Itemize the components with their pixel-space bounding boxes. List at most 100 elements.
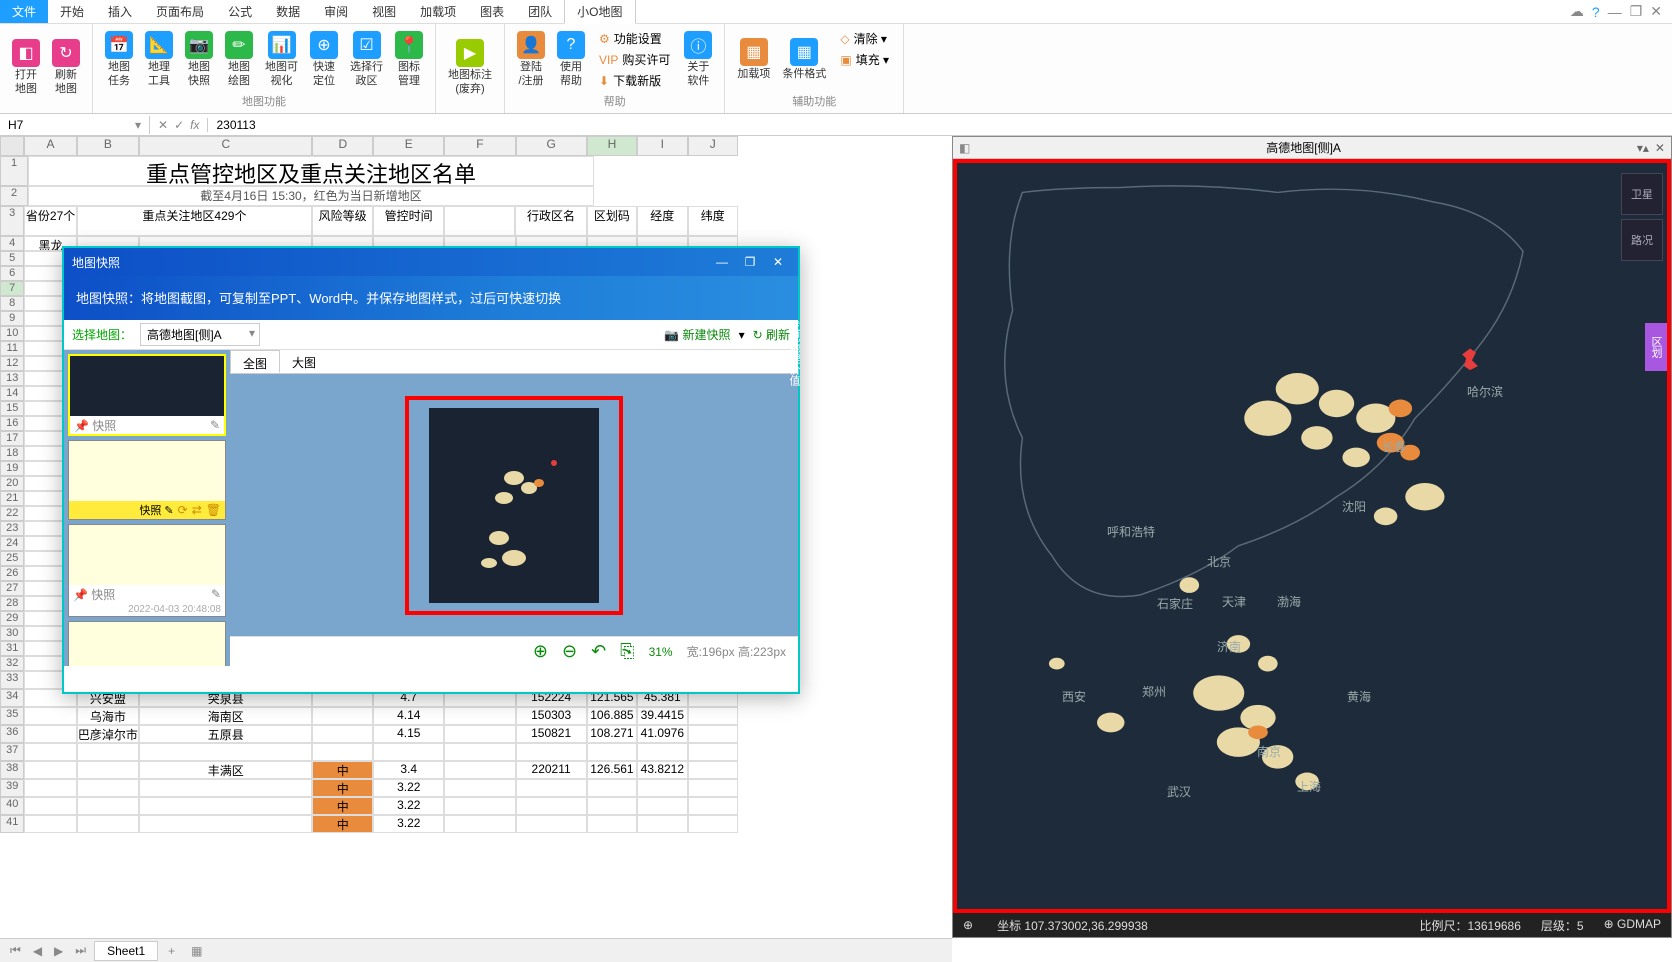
ribbon-btn[interactable]: 📷地图 快照 <box>179 28 219 91</box>
cell[interactable] <box>139 815 312 833</box>
ribbon-btn[interactable]: ▦条件格式 <box>776 28 832 91</box>
cell[interactable] <box>516 797 587 815</box>
cell[interactable] <box>587 743 637 761</box>
cell[interactable] <box>587 815 637 833</box>
cell[interactable] <box>24 725 76 743</box>
row-header[interactable]: 38 <box>0 761 24 779</box>
map-close-icon[interactable]: ✕ <box>1655 141 1665 155</box>
snapshot-new-btn[interactable]: 📷 新建快照 <box>664 326 730 343</box>
map-region-tag[interactable]: 区划 <box>1645 323 1667 371</box>
cell[interactable] <box>77 779 140 797</box>
row-header[interactable]: 16 <box>0 416 24 431</box>
cancel-icon[interactable]: ✕ <box>158 118 168 132</box>
select-all-corner[interactable] <box>0 136 24 156</box>
cell[interactable]: 纬度 <box>688 206 738 236</box>
cloud-icon[interactable]: ☁ <box>1570 3 1584 20</box>
row-header[interactable]: 26 <box>0 566 24 581</box>
cell[interactable] <box>516 779 587 797</box>
cell[interactable] <box>77 797 140 815</box>
cell[interactable]: 省份27个 <box>24 206 76 236</box>
cell[interactable] <box>688 779 738 797</box>
cell[interactable] <box>516 815 587 833</box>
cell[interactable]: 行政区名 <box>515 206 586 236</box>
col-header[interactable]: A <box>24 136 76 156</box>
cell[interactable] <box>688 797 738 815</box>
ribbon-btn[interactable]: ▶地图标注 (废弃) <box>442 28 498 107</box>
cell[interactable]: 4.15 <box>373 725 444 743</box>
ribbon-small-btn[interactable]: ⬇下载新版 <box>591 70 678 91</box>
snapshot-tab-large[interactable]: 大图 <box>280 350 328 373</box>
ribbon-btn[interactable]: ?使用 帮助 <box>551 28 591 91</box>
ribbon-btn[interactable]: ◧打开 地图 <box>6 28 46 107</box>
cell[interactable] <box>516 743 587 761</box>
row-header[interactable]: 8 <box>0 296 24 311</box>
cell[interactable] <box>24 761 76 779</box>
cell[interactable]: 3.22 <box>373 797 444 815</box>
ribbon-btn[interactable]: ⓘ关于 软件 <box>678 28 718 91</box>
collapse-icon[interactable]: ✕ <box>1650 3 1662 20</box>
map-viewport[interactable]: 哈尔滨长春沈阳呼和浩特北京天津石家庄渤海济南西安郑州黄海南京武汉上海 卫星 路况… <box>953 159 1671 913</box>
menu-tab[interactable]: 插入 <box>96 0 144 23</box>
cell[interactable]: 150821 <box>516 725 587 743</box>
cell[interactable] <box>77 761 140 779</box>
help-icon[interactable]: ? <box>1592 4 1600 20</box>
ribbon-btn[interactable]: 📐地理 工具 <box>139 28 179 91</box>
row-header[interactable]: 6 <box>0 266 24 281</box>
menu-tab[interactable]: 视图 <box>360 0 408 23</box>
cell[interactable] <box>637 797 687 815</box>
cell[interactable]: 3.22 <box>373 779 444 797</box>
cell[interactable] <box>444 761 515 779</box>
cell[interactable]: 106.885 <box>587 707 637 725</box>
sheet-nav-prev[interactable]: ◀ <box>29 944 46 958</box>
row-header[interactable]: 30 <box>0 626 24 641</box>
cell[interactable]: 3.4 <box>373 761 444 779</box>
row-header[interactable]: 12 <box>0 356 24 371</box>
row-header[interactable]: 32 <box>0 656 24 671</box>
copy-icon[interactable]: ⎘ <box>620 641 634 662</box>
ribbon-btn[interactable]: 📊地图可 视化 <box>259 28 304 91</box>
col-header[interactable]: I <box>637 136 687 156</box>
cell[interactable]: 中 <box>312 797 373 815</box>
cell[interactable] <box>24 743 76 761</box>
sheet-nav-next[interactable]: ▶ <box>50 944 67 958</box>
snapshot-map-select[interactable]: 高德地图[侧]A <box>140 323 260 346</box>
cell[interactable] <box>444 707 515 725</box>
cell[interactable]: 中 <box>312 815 373 833</box>
menu-tab[interactable]: 页面布局 <box>144 0 216 23</box>
row-header[interactable]: 33 <box>0 671 24 689</box>
menu-tab[interactable]: 审阅 <box>312 0 360 23</box>
fx-icon[interactable]: fx <box>190 118 199 132</box>
ribbon-btn[interactable]: ↻刷新 地图 <box>46 28 86 107</box>
cell[interactable] <box>77 815 140 833</box>
cell[interactable] <box>24 707 76 725</box>
row-header[interactable]: 22 <box>0 506 24 521</box>
cell[interactable]: 中 <box>312 779 373 797</box>
row-header[interactable]: 25 <box>0 551 24 566</box>
cell[interactable] <box>444 815 515 833</box>
cell[interactable]: 41.0976 <box>637 725 687 743</box>
cell[interactable]: 丰满区 <box>139 761 312 779</box>
menu-file[interactable]: 文件 <box>0 0 48 23</box>
row-header[interactable]: 17 <box>0 431 24 446</box>
snapshot-tab-full[interactable]: 全图 <box>230 350 280 373</box>
ribbon-small-btn[interactable]: ▣填充 ▾ <box>832 49 897 70</box>
cell[interactable] <box>444 743 515 761</box>
cell[interactable] <box>587 797 637 815</box>
row-header[interactable]: 34 <box>0 689 24 707</box>
row-header[interactable]: 9 <box>0 311 24 326</box>
row-header[interactable]: 31 <box>0 641 24 656</box>
col-header[interactable]: G <box>516 136 587 156</box>
cell[interactable] <box>312 707 373 725</box>
cell[interactable] <box>688 743 738 761</box>
row-header[interactable]: 24 <box>0 536 24 551</box>
confirm-icon[interactable]: ✓ <box>174 118 184 132</box>
map-min-icon[interactable]: ▾▴ <box>1637 141 1649 155</box>
cell[interactable]: 区划码 <box>587 206 637 236</box>
row-header[interactable]: 35 <box>0 707 24 725</box>
cell[interactable] <box>637 815 687 833</box>
cell[interactable]: 108.271 <box>587 725 637 743</box>
cell[interactable] <box>688 725 738 743</box>
undo-icon[interactable]: ↶ <box>591 641 606 662</box>
cell[interactable] <box>587 779 637 797</box>
cell[interactable] <box>688 707 738 725</box>
